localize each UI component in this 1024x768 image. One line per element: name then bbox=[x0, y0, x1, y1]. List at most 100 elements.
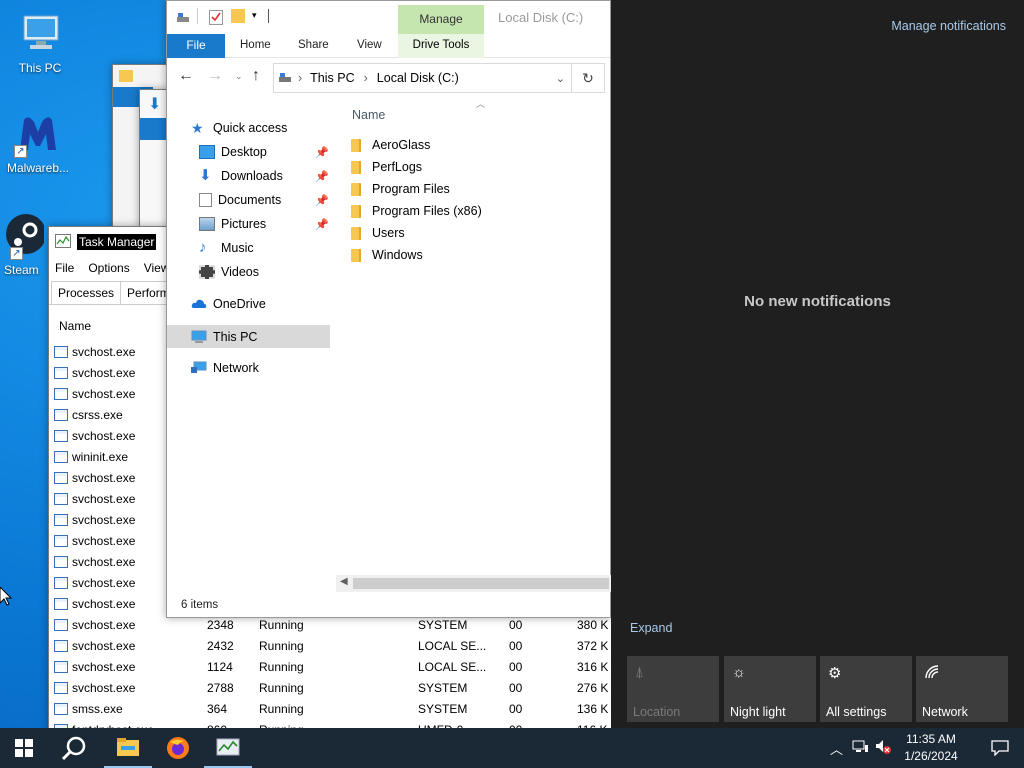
table-row[interactable]: svchost.exe 2788 Running SYSTEM 00 276 K bbox=[49, 677, 619, 698]
sidebar-item-pictures[interactable]: Pictures 📌 bbox=[167, 213, 335, 235]
cell-mem: 136 K bbox=[577, 701, 609, 716]
cell-name: svchost.exe bbox=[72, 470, 136, 485]
taskbar-file-explorer[interactable] bbox=[104, 728, 152, 768]
cell-name: svchost.exe bbox=[72, 638, 136, 653]
sidebar-item-videos[interactable]: Videos bbox=[167, 261, 335, 283]
tab-file[interactable]: File bbox=[167, 34, 225, 58]
file-explorer-window[interactable]: ▾ Manage Local Disk (C:) File Home Share… bbox=[166, 0, 612, 618]
desktop-icon-this-pc[interactable]: This PC bbox=[2, 10, 78, 75]
sidebar-item-label: Downloads bbox=[221, 169, 283, 183]
folder-item[interactable]: AeroGlass bbox=[351, 134, 430, 156]
volume-muted-icon[interactable] bbox=[875, 739, 891, 758]
cell-status: Running bbox=[259, 617, 304, 632]
folder-name: Windows bbox=[372, 248, 423, 262]
sidebar-item-label: Quick access bbox=[213, 121, 288, 135]
tab-view[interactable]: View bbox=[357, 39, 382, 51]
folder-item[interactable]: PerfLogs bbox=[351, 156, 422, 178]
table-row[interactable]: svchost.exe 1124 Running LOCAL SE... 00 316 K bbox=[49, 656, 619, 677]
chevron-down-icon[interactable]: ⌄ bbox=[556, 72, 565, 85]
taskbar-firefox[interactable] bbox=[154, 728, 202, 768]
quick-action-night-light[interactable]: ☼ Night light bbox=[724, 656, 816, 722]
drive-icon bbox=[176, 10, 190, 27]
pin-icon[interactable]: 📌 bbox=[315, 146, 329, 159]
folder-item[interactable]: Program Files bbox=[351, 178, 450, 200]
scroll-left-icon[interactable]: ◀ bbox=[340, 576, 348, 587]
pin-icon[interactable]: 📌 bbox=[315, 170, 329, 183]
folder-item[interactable]: Windows bbox=[351, 244, 423, 266]
sidebar-item-quick-access[interactable]: ★ Quick access bbox=[167, 117, 335, 139]
shortcut-arrow-icon: ↗ bbox=[14, 145, 27, 158]
properties-icon[interactable] bbox=[209, 9, 223, 28]
quick-action-label: Network bbox=[922, 705, 968, 719]
folder-icon bbox=[119, 70, 133, 82]
sidebar-item-downloads[interactable]: ⬇ Downloads 📌 bbox=[167, 165, 335, 187]
cell-name: smss.exe bbox=[72, 701, 123, 716]
tab-home[interactable]: Home bbox=[240, 39, 271, 51]
quick-action-network[interactable]: Network bbox=[916, 656, 1008, 722]
quick-action-all-settings[interactable]: ⚙ All settings bbox=[820, 656, 912, 722]
document-icon bbox=[199, 193, 212, 207]
cell-name: svchost.exe bbox=[72, 344, 136, 359]
menu-options[interactable]: Options bbox=[88, 261, 129, 275]
recent-locations-icon[interactable]: ⌄ bbox=[235, 71, 243, 82]
window-title: Local Disk (C:) bbox=[498, 10, 584, 25]
breadcrumb-this-pc[interactable]: This PC bbox=[310, 71, 354, 85]
clock-date: 1/26/2024 bbox=[904, 749, 958, 763]
up-arrow-icon[interactable]: ↑ bbox=[252, 67, 260, 85]
chevron-up-icon[interactable]: ︿ bbox=[830, 739, 843, 758]
table-row[interactable]: svchost.exe 2432 Running LOCAL SE... 00 372 K bbox=[49, 635, 619, 656]
taskbar-task-manager[interactable] bbox=[204, 728, 252, 768]
new-folder-icon[interactable] bbox=[231, 9, 245, 23]
refresh-icon[interactable]: ↻ bbox=[572, 63, 605, 93]
sidebar-item-onedrive[interactable]: OneDrive bbox=[167, 293, 335, 315]
cell-name: svchost.exe bbox=[72, 428, 136, 443]
process-icon bbox=[54, 660, 68, 673]
cell-status: Running bbox=[259, 659, 304, 674]
sidebar-item-this-pc[interactable]: This PC bbox=[167, 325, 330, 348]
desktop-icon-malwarebytes[interactable]: ↗ Malwareb... bbox=[0, 110, 76, 175]
column-header-name[interactable]: Name bbox=[352, 108, 385, 122]
navigation-pane: ★ Quick access Desktop 📌 ⬇ Downloads 📌 D… bbox=[167, 111, 335, 591]
quick-access-toolbar: ▾ Manage Local Disk (C:) bbox=[167, 1, 610, 34]
folder-item[interactable]: Program Files (x86) bbox=[351, 200, 482, 222]
pin-icon[interactable]: 📌 bbox=[315, 218, 329, 231]
sidebar-item-documents[interactable]: Documents 📌 bbox=[167, 189, 335, 211]
cell-name: svchost.exe bbox=[72, 386, 136, 401]
folder-name: PerfLogs bbox=[372, 160, 423, 174]
tab-drive-tools[interactable]: Drive Tools bbox=[398, 34, 484, 58]
start-button[interactable] bbox=[0, 728, 48, 768]
horizontal-scrollbar[interactable]: ◀ bbox=[336, 575, 612, 592]
cell-mem: 316 K bbox=[577, 659, 609, 674]
manage-context-tab[interactable]: Manage bbox=[398, 5, 484, 34]
table-row[interactable]: smss.exe 364 Running SYSTEM 00 136 K bbox=[49, 698, 619, 719]
desktop-icon-label: Malwareb... bbox=[6, 161, 70, 175]
customize-toolbar-icon[interactable]: ▾ bbox=[252, 10, 257, 21]
desktop-icon-label: Steam bbox=[4, 263, 39, 277]
folder-item[interactable]: Users bbox=[351, 222, 405, 244]
menu-file[interactable]: File bbox=[55, 261, 74, 275]
action-center-button[interactable] bbox=[976, 728, 1024, 768]
back-arrow-icon[interactable]: ← bbox=[178, 67, 194, 85]
clock[interactable]: 11:35 AM 1/26/2024 bbox=[900, 731, 962, 765]
scrollbar-thumb[interactable] bbox=[353, 578, 609, 589]
manage-notifications-link[interactable]: Manage notifications bbox=[891, 19, 1006, 33]
steam-icon: ↗ bbox=[0, 212, 46, 260]
desktop-icon-steam[interactable]: ↗ Steam bbox=[0, 212, 50, 277]
process-icon bbox=[54, 387, 68, 400]
address-bar[interactable]: › This PC › Local Disk (C:) ⌄ bbox=[273, 63, 572, 93]
sidebar-item-desktop[interactable]: Desktop 📌 bbox=[167, 141, 335, 163]
forward-arrow-icon[interactable]: → bbox=[207, 67, 223, 85]
sidebar-item-network[interactable]: Network bbox=[167, 357, 335, 379]
sidebar-item-music[interactable]: ♪ Music bbox=[167, 237, 335, 259]
network-icon[interactable] bbox=[852, 740, 868, 757]
tab-share[interactable]: Share bbox=[298, 39, 329, 51]
tab-processes[interactable]: Processes bbox=[51, 281, 122, 304]
cell-name: svchost.exe bbox=[72, 512, 136, 527]
expand-link[interactable]: Expand bbox=[630, 621, 672, 635]
pin-icon[interactable]: 📌 bbox=[315, 194, 329, 207]
quick-action-location[interactable]: ⍋ Location bbox=[627, 656, 719, 722]
search-button[interactable] bbox=[50, 728, 98, 768]
cell-user: LOCAL SE... bbox=[418, 638, 487, 653]
process-icon bbox=[54, 534, 68, 547]
breadcrumb-local-disk[interactable]: Local Disk (C:) bbox=[377, 71, 459, 85]
